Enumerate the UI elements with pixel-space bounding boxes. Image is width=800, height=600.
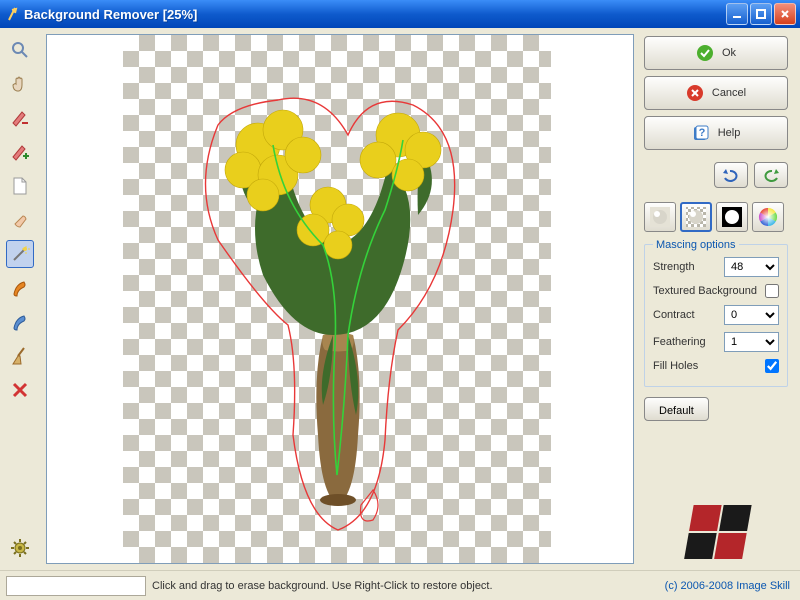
page-icon xyxy=(11,176,29,196)
gear-icon xyxy=(10,538,30,558)
help-label: Help xyxy=(718,127,741,139)
magic-wand-tool[interactable] xyxy=(6,240,34,268)
view-original-button[interactable] xyxy=(644,202,676,232)
textured-checkbox[interactable] xyxy=(765,284,779,298)
clear-tool[interactable] xyxy=(6,376,34,404)
subject-image xyxy=(123,35,551,564)
pencil-plus-icon xyxy=(10,142,30,162)
ok-icon xyxy=(696,44,714,62)
fillholes-checkbox[interactable] xyxy=(765,359,779,373)
statusbar: Click and drag to erase background. Use … xyxy=(0,570,800,600)
mark-add-tool[interactable] xyxy=(6,138,34,166)
feathering-select[interactable]: 1 xyxy=(724,332,779,352)
window-title: Background Remover [25%] xyxy=(24,7,724,22)
pencil-minus-icon xyxy=(10,108,30,128)
copyright-text: (c) 2006-2008 Image Skill xyxy=(665,580,790,592)
help-button[interactable]: ? Help xyxy=(644,116,788,150)
sphere-solid-icon xyxy=(649,206,671,228)
redo-button[interactable] xyxy=(754,162,788,188)
brand-logo xyxy=(644,500,788,564)
view-mode-row xyxy=(644,202,788,232)
status-hint: Click and drag to erase background. Use … xyxy=(152,580,659,592)
contract-label: Contract xyxy=(653,309,695,321)
cancel-label: Cancel xyxy=(712,87,746,99)
right-panel: Ok Cancel ? Help Mascing options Strengt… xyxy=(640,28,800,570)
app-icon xyxy=(4,6,20,22)
brush-orange-tool[interactable] xyxy=(6,274,34,302)
hand-icon xyxy=(10,74,30,94)
minimize-button[interactable] xyxy=(726,3,748,25)
eraser-tool[interactable] xyxy=(6,206,34,234)
window-close-button[interactable] xyxy=(774,3,796,25)
color-wheel-icon xyxy=(757,206,779,228)
brush-blue-tool[interactable] xyxy=(6,308,34,336)
default-button[interactable]: Default xyxy=(644,397,709,421)
eraser-icon xyxy=(10,210,30,230)
zoom-icon xyxy=(10,40,30,60)
view-checker-button[interactable] xyxy=(680,202,712,232)
ok-label: Ok xyxy=(722,47,736,59)
view-color-button[interactable] xyxy=(752,202,784,232)
ok-button[interactable]: Ok xyxy=(644,36,788,70)
view-mask-button[interactable] xyxy=(716,202,748,232)
zoom-tool[interactable] xyxy=(6,36,34,64)
canvas[interactable] xyxy=(46,34,634,564)
brush-orange-icon xyxy=(10,278,30,298)
hand-tool[interactable] xyxy=(6,70,34,98)
strength-label: Strength xyxy=(653,261,695,273)
sphere-mask-icon xyxy=(721,206,743,228)
svg-text:?: ? xyxy=(698,127,705,139)
fillholes-label: Fill Holes xyxy=(653,360,698,372)
canvas-area xyxy=(40,28,640,570)
textured-label: Textured Background xyxy=(653,285,757,297)
maximize-button[interactable] xyxy=(750,3,772,25)
redo-icon xyxy=(761,168,781,182)
cancel-icon xyxy=(686,84,704,102)
cancel-button[interactable]: Cancel xyxy=(644,76,788,110)
help-icon: ? xyxy=(692,124,710,142)
x-icon xyxy=(11,381,29,399)
brush-blue-icon xyxy=(10,312,30,332)
mascing-legend: Mascing options xyxy=(653,239,739,251)
contract-select[interactable]: 0 xyxy=(724,305,779,325)
settings-tool[interactable] xyxy=(6,534,34,562)
titlebar: Background Remover [25%] xyxy=(0,0,800,28)
status-box xyxy=(6,576,146,596)
new-page-tool[interactable] xyxy=(6,172,34,200)
broom-tool[interactable] xyxy=(6,342,34,370)
strength-select[interactable]: 48 xyxy=(724,257,779,277)
feathering-label: Feathering xyxy=(653,336,706,348)
sphere-checker-icon xyxy=(685,206,707,228)
left-toolbar xyxy=(0,28,40,570)
mark-remove-tool[interactable] xyxy=(6,104,34,132)
undo-icon xyxy=(721,168,741,182)
mascing-fieldset: Mascing options Strength 48 Textured Bac… xyxy=(644,244,788,387)
broom-icon xyxy=(10,346,30,366)
wand-icon xyxy=(10,244,30,264)
undo-button[interactable] xyxy=(714,162,748,188)
